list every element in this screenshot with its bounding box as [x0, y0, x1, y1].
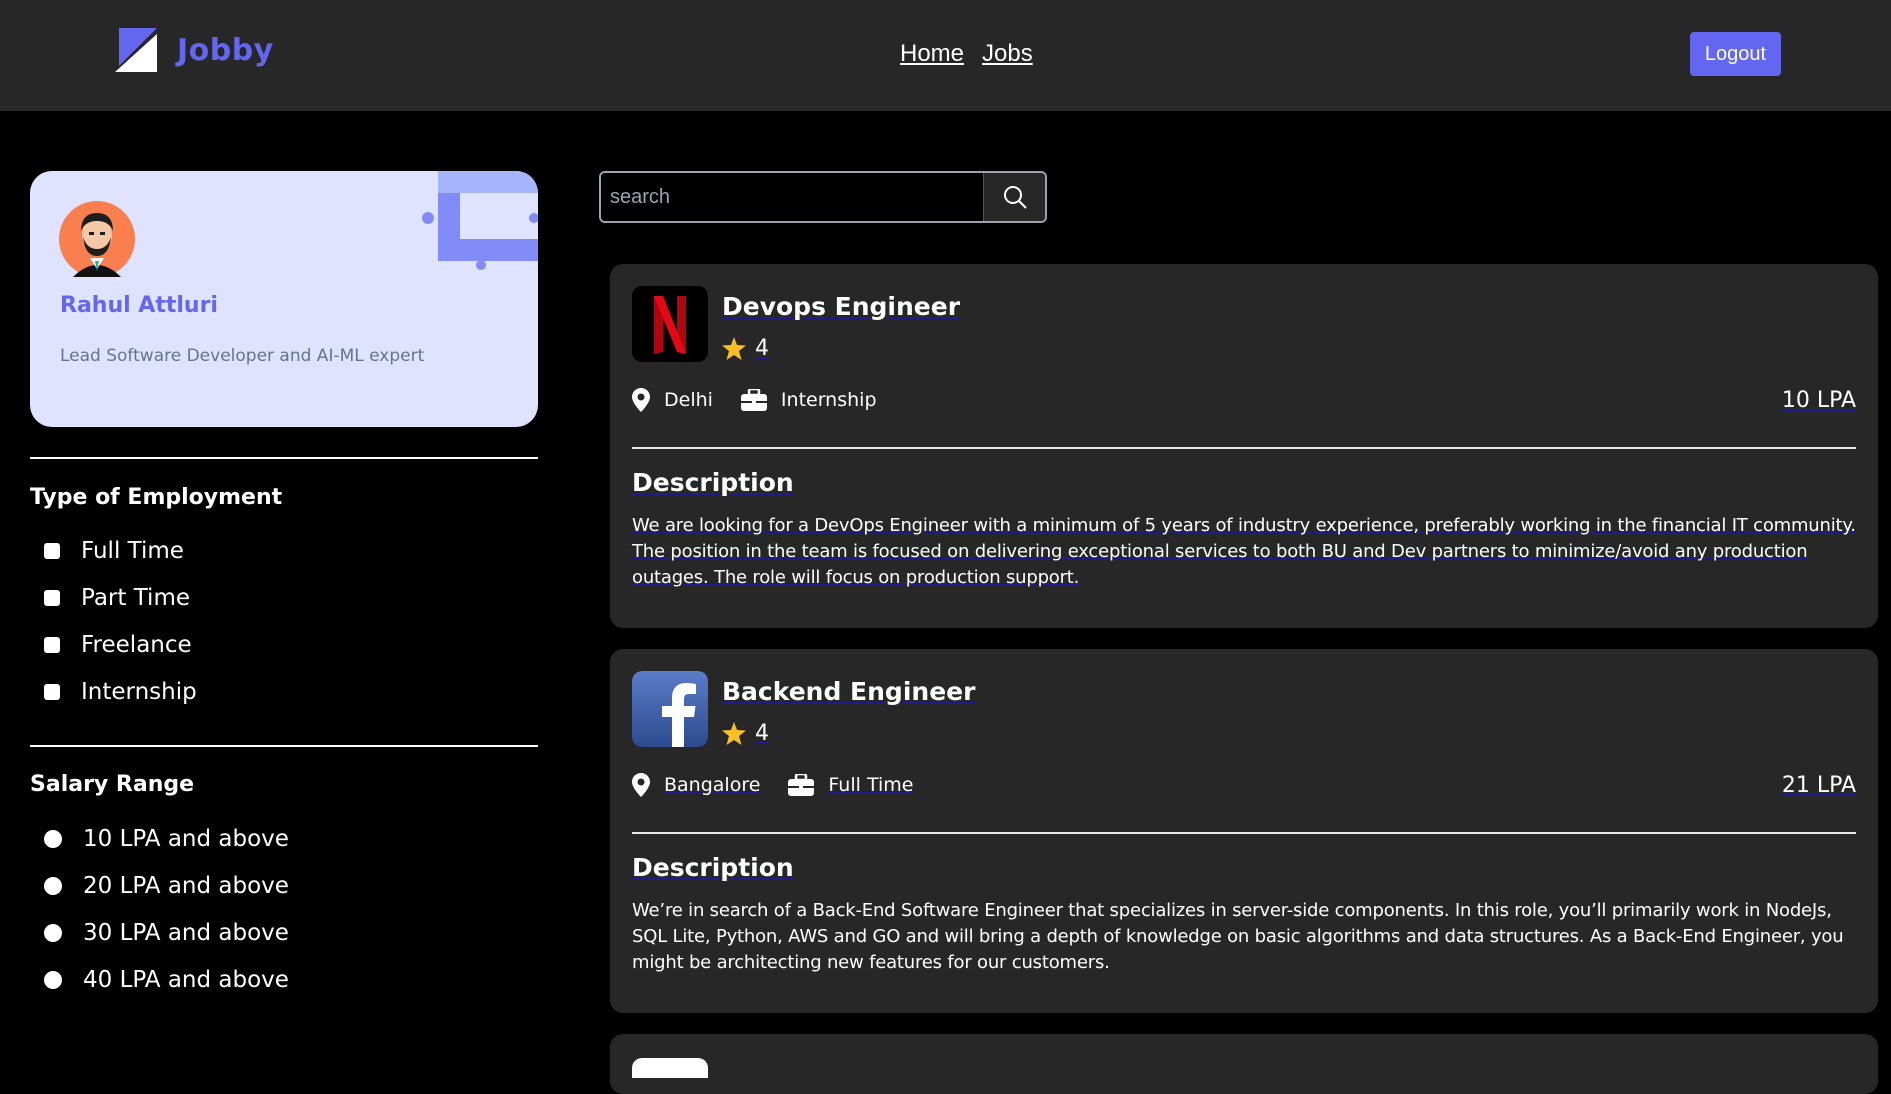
- top-navbar: Jobby Home Jobs Logout: [0, 0, 1891, 111]
- divider: [30, 745, 538, 747]
- star-icon: [722, 337, 746, 360]
- option-label: 10 LPA and above: [83, 826, 289, 852]
- nav-jobs-link[interactable]: Jobs: [982, 40, 1033, 68]
- option-label: Internship: [81, 679, 197, 705]
- part-time-checkbox[interactable]: [44, 590, 60, 606]
- job-title: Backend Engineer: [722, 677, 976, 706]
- option-label: Full Time: [81, 538, 184, 564]
- option-label: 20 LPA and above: [83, 873, 289, 899]
- job-title: Devops Engineer: [722, 292, 961, 321]
- salary-option-10[interactable]: 10 LPA and above: [44, 824, 289, 854]
- job-card[interactable]: Backend Engineer 4 Bangalore Full Time 2…: [610, 649, 1878, 1013]
- company-logo: [632, 1058, 708, 1078]
- rating-value: 4: [755, 336, 769, 361]
- brand-name: Jobby: [177, 32, 274, 68]
- salary-20-radio[interactable]: [44, 877, 62, 895]
- job-description: We’re in search of a Back-End Software E…: [632, 900, 1844, 973]
- employment-option-internship[interactable]: Internship: [44, 677, 197, 707]
- profile-bio: Lead Software Developer and AI-ML expert: [60, 346, 425, 366]
- description-heading: Description: [632, 853, 794, 882]
- brand[interactable]: Jobby: [115, 28, 274, 72]
- salary-30-radio[interactable]: [44, 924, 62, 942]
- facebook-logo-icon: [632, 671, 708, 747]
- briefcase-icon: [788, 774, 815, 796]
- search-bar: [599, 171, 1047, 223]
- employment-option-part-time[interactable]: Part Time: [44, 583, 190, 613]
- job-meta: Bangalore Full Time: [632, 773, 913, 797]
- nav-home-link[interactable]: Home: [900, 40, 964, 68]
- job-salary: 10 LPA: [1781, 388, 1856, 413]
- job-meta: Delhi Internship: [632, 388, 877, 412]
- card-divider: [632, 832, 1856, 834]
- main-nav: Home Jobs: [900, 40, 1033, 68]
- option-label: Part Time: [81, 585, 191, 611]
- full-time-checkbox[interactable]: [44, 543, 60, 559]
- option-label: Freelance: [81, 632, 192, 658]
- profile-name: Rahul Attluri: [60, 293, 218, 318]
- salary-option-40[interactable]: 40 LPA and above: [44, 965, 289, 995]
- salary-10-radio[interactable]: [44, 830, 62, 848]
- salary-range-heading: Salary Range: [30, 772, 195, 797]
- jobby-logo-icon: [115, 28, 157, 72]
- decorative-pattern: [422, 171, 538, 270]
- star-icon: [722, 722, 746, 745]
- search-input[interactable]: [601, 173, 983, 221]
- employment-option-full-time[interactable]: Full Time: [44, 536, 184, 566]
- rating-value: 4: [755, 721, 769, 746]
- search-icon: [1003, 186, 1027, 209]
- option-label: 30 LPA and above: [83, 920, 289, 946]
- freelance-checkbox[interactable]: [44, 637, 60, 653]
- employment-type-heading: Type of Employment: [30, 485, 283, 510]
- job-card[interactable]: Devops Engineer 4 Delhi Internship 10 LP…: [610, 264, 1878, 628]
- salary-option-30[interactable]: 30 LPA and above: [44, 918, 289, 948]
- briefcase-icon: [740, 389, 767, 411]
- job-employment-type: Full Time: [828, 774, 914, 796]
- profile-card: Rahul Attluri Lead Software Developer an…: [30, 171, 538, 427]
- card-divider: [632, 447, 1856, 449]
- option-label: 40 LPA and above: [83, 967, 289, 993]
- job-rating: 4: [722, 721, 769, 746]
- search-button[interactable]: [983, 173, 1045, 221]
- job-salary: 21 LPA: [1781, 773, 1856, 798]
- employment-option-freelance[interactable]: Freelance: [44, 630, 192, 660]
- job-employment-type: Internship: [780, 389, 877, 411]
- job-location: Delhi: [664, 389, 713, 411]
- logout-button[interactable]: Logout: [1690, 32, 1781, 76]
- salary-option-20[interactable]: 20 LPA and above: [44, 871, 289, 901]
- location-pin-icon: [632, 773, 650, 797]
- location-pin-icon: [632, 388, 650, 412]
- job-description: We are looking for a DevOps Engineer wit…: [632, 515, 1856, 588]
- job-rating: 4: [722, 336, 769, 361]
- netflix-logo-icon: [632, 286, 708, 362]
- salary-40-radio[interactable]: [44, 971, 62, 989]
- job-card[interactable]: [610, 1034, 1878, 1094]
- divider: [30, 457, 538, 459]
- internship-checkbox[interactable]: [44, 684, 60, 700]
- description-heading: Description: [632, 468, 794, 497]
- avatar: [59, 201, 135, 277]
- job-location: Bangalore: [664, 774, 761, 796]
